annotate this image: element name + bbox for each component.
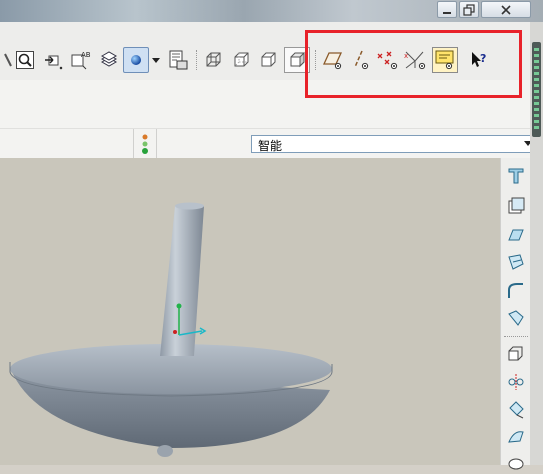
move-icon (509, 401, 524, 419)
activity-meter (532, 42, 541, 137)
toolbar-separator (196, 50, 198, 70)
sweep-button[interactable] (504, 450, 528, 474)
close-button[interactable] (481, 1, 531, 18)
edge-icon (508, 310, 524, 326)
edge-button[interactable] (504, 306, 528, 330)
minimize-button[interactable] (437, 1, 457, 18)
move-button[interactable] (504, 398, 528, 422)
layers-icon (100, 51, 118, 67)
mirror-icon (508, 374, 524, 390)
close-icon (501, 4, 511, 15)
warp-button[interactable] (504, 425, 528, 449)
view-wireframe-button[interactable] (201, 48, 225, 72)
minimize-icon (443, 11, 451, 14)
warp-icon (508, 431, 524, 443)
window-titlebar (0, 0, 543, 22)
chamfer-icon (508, 283, 523, 298)
shell-button[interactable] (504, 194, 528, 218)
window-right-edge (530, 22, 543, 465)
draft-button[interactable] (504, 222, 528, 246)
shaded-cube-icon (290, 51, 305, 68)
display-style-dropdown[interactable] (149, 48, 163, 72)
display-style-button[interactable] (123, 47, 149, 73)
chevron-down-icon (152, 58, 160, 63)
hidden-line-cube-icon (234, 52, 249, 67)
view-manager-button[interactable] (166, 48, 190, 72)
selection-filter-select[interactable]: 智能 (251, 135, 538, 153)
top-model[interactable] (9, 202, 333, 458)
saved-views-button[interactable]: AB (68, 48, 92, 72)
svg-text:AB: AB (81, 51, 91, 59)
view-manager-icon (169, 50, 188, 70)
mirror-button[interactable] (504, 370, 528, 394)
extrude-button[interactable] (504, 164, 528, 188)
traffic-light-icon (142, 134, 148, 154)
model-view (9, 202, 333, 458)
selection-filter-value: 智能 (258, 139, 283, 153)
spin-icon (45, 55, 63, 70)
spin-center-button[interactable] (41, 48, 65, 72)
draft-icon (508, 229, 524, 241)
magnifier-icon (16, 51, 34, 69)
pattern-icon (508, 346, 523, 361)
pattern-button[interactable] (504, 342, 528, 366)
no-hidden-cube-icon (261, 52, 276, 67)
chamfer-button[interactable] (504, 279, 528, 303)
tool-icon (4, 53, 12, 67)
saved-views-icon: AB (71, 51, 91, 70)
toolbar-separator (504, 336, 528, 337)
restore-button[interactable] (459, 1, 479, 18)
sweep-icon (508, 458, 524, 470)
feature-toolbar (500, 158, 537, 470)
layers-button[interactable] (97, 48, 121, 72)
shaded-sphere-icon (131, 55, 141, 65)
shell-icon (508, 197, 525, 214)
restore-icon (463, 3, 475, 16)
highlight-annotation (305, 30, 522, 98)
graphics-viewport[interactable] (0, 158, 500, 465)
view-no-hidden-button[interactable] (256, 48, 280, 72)
wireframe-cube-icon (206, 52, 221, 67)
round-button[interactable] (504, 250, 528, 274)
status-indicator (133, 129, 157, 159)
extrude-icon (508, 168, 524, 184)
zoom-button[interactable] (13, 48, 37, 72)
view-hidden-button[interactable] (229, 48, 253, 72)
round-icon (508, 254, 524, 270)
